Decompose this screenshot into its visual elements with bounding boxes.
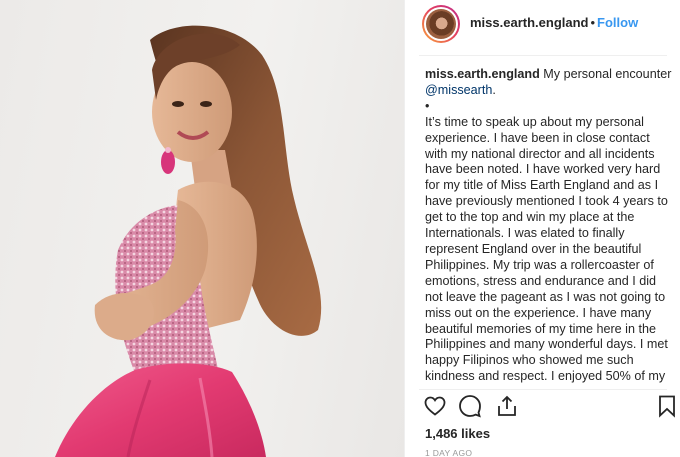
caption-body: It’s time to speak up about my personal … [425, 114, 668, 384]
post-timestamp: 1 DAY AGO [425, 448, 473, 457]
action-bar [423, 394, 680, 420]
caption-mention[interactable]: @missearth [425, 83, 492, 97]
bookmark-icon[interactable] [655, 394, 679, 418]
header-text: miss.earth.england • Follow [470, 15, 638, 30]
heart-icon[interactable] [423, 394, 447, 418]
caption-intro: My personal encounter [543, 67, 672, 81]
caption-bullet: • [425, 98, 430, 113]
header-divider [419, 55, 667, 56]
header-username[interactable]: miss.earth.england [470, 15, 588, 30]
share-icon[interactable] [495, 394, 519, 418]
follow-button[interactable]: Follow [597, 15, 638, 30]
avatar[interactable] [422, 5, 460, 43]
comment-icon[interactable] [458, 394, 482, 418]
woman-in-gown-illustration [55, 25, 322, 457]
post-photo[interactable] [0, 0, 404, 457]
caption-username[interactable]: miss.earth.england [425, 67, 540, 81]
likes-count[interactable]: 1,486 likes [425, 426, 490, 441]
post-panel: miss.earth.england • Follow miss.earth.eng… [404, 0, 680, 457]
caption-intro-end: . [492, 82, 496, 97]
header-separator: • [590, 15, 596, 30]
avatar-image [426, 9, 456, 39]
post-caption: miss.earth.england My personal encounter… [425, 67, 673, 385]
actions-divider [419, 389, 667, 390]
post-header: miss.earth.england • Follow [405, 0, 680, 48]
